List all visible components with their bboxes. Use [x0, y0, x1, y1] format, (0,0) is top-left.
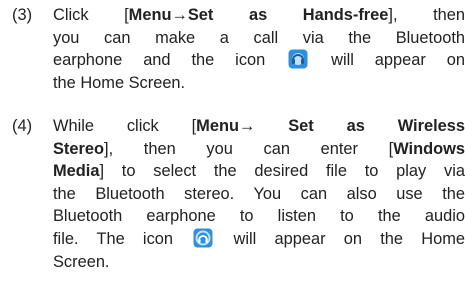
- menu-path-hands-free: Menu→Set as Hands-free: [128, 6, 389, 24]
- step-4-line-4: the Bluetooth stereo. You can also use t…: [53, 184, 465, 203]
- step-4-line-2: Stereo], then you can enter [Windows: [53, 139, 465, 158]
- step-4-text: While click [Menu→ Set as Wireless Stere…: [53, 115, 465, 273]
- step-4-line-6: file. The icon will appear on the Home: [53, 228, 465, 248]
- step-3-line-3: earphone and the icon will appear on: [53, 49, 465, 70]
- step-4-line-1: While click [Menu→ Set as Wireless: [53, 117, 465, 135]
- step-4-line-3: Media] to select the desired file to pla…: [53, 162, 465, 181]
- step-3-text: Click [Menu→Set as Hands-free], then you…: [53, 4, 465, 94]
- bluetooth-headset-icon: [288, 49, 308, 69]
- step-4-line-7: Screen.: [53, 252, 110, 271]
- step-3-number: (3): [12, 6, 33, 24]
- menu-path-wireless-stereo: Menu→ Set as Wireless: [196, 117, 465, 135]
- step-4-line-5: Bluetooth earphone to listen to the audi…: [53, 207, 465, 226]
- windows-media-label: Media: [53, 162, 100, 181]
- step-3-line-2: you can make a call via the Bluetooth: [53, 28, 465, 47]
- step-3-line-1: Click [Menu→Set as Hands-free], then: [53, 6, 465, 24]
- step-3-line-4: the Home Screen.: [53, 73, 186, 92]
- step-4-number: (4): [12, 117, 33, 135]
- bluetooth-stereo-icon: [193, 228, 213, 248]
